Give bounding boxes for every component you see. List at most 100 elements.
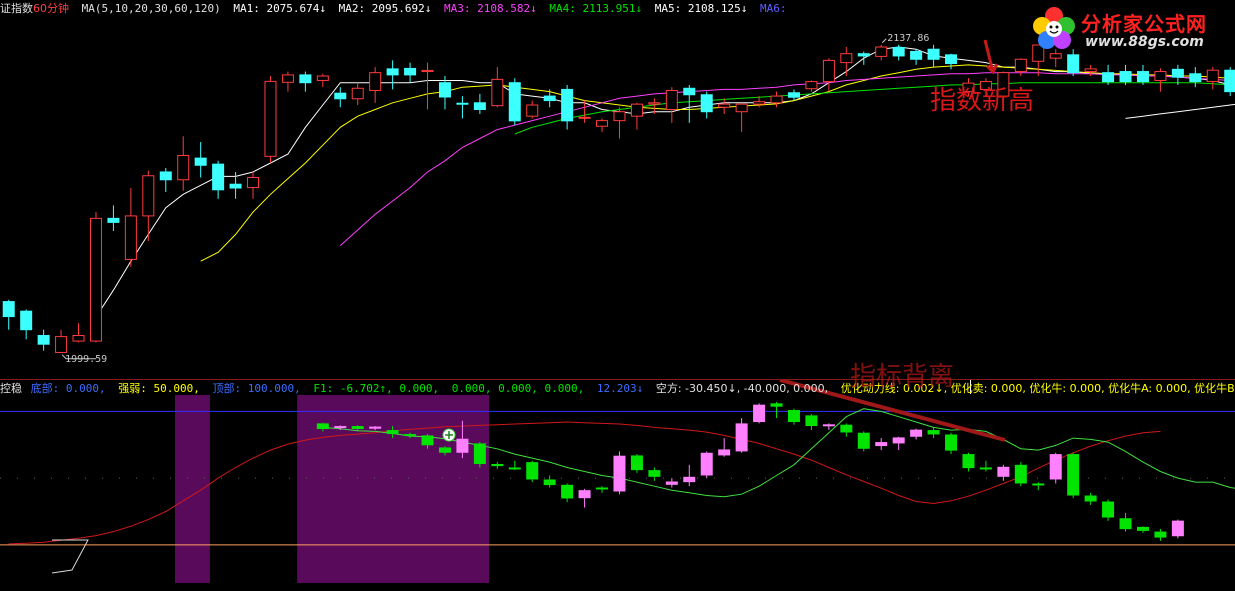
price-candle[interactable]	[404, 62, 417, 83]
indicator-candle[interactable]	[1171, 519, 1184, 539]
period-label[interactable]: 60分钟	[33, 2, 69, 15]
price-candle[interactable]	[857, 51, 870, 65]
indicator-candle[interactable]	[805, 414, 818, 431]
logo-url[interactable]: www.88gs.com	[1085, 34, 1204, 50]
indicator-candle[interactable]	[962, 452, 975, 472]
price-candle[interactable]	[561, 84, 574, 130]
price-candle[interactable]	[822, 58, 835, 92]
price-candle[interactable]	[334, 87, 347, 108]
indicator-candle[interactable]	[910, 428, 923, 440]
indicator-candle[interactable]	[979, 460, 992, 472]
price-candle[interactable]	[473, 93, 486, 114]
price-candle[interactable]	[37, 329, 50, 351]
indicator-candle[interactable]	[473, 442, 486, 468]
price-candle[interactable]	[72, 323, 85, 343]
price-candle[interactable]	[281, 71, 294, 92]
indicator-candle[interactable]	[526, 460, 539, 483]
indicator-candle[interactable]	[787, 408, 800, 425]
price-candle[interactable]	[194, 142, 207, 178]
price-candle[interactable]	[369, 67, 382, 103]
price-candle[interactable]	[596, 118, 609, 132]
price-candle[interactable]	[945, 53, 958, 70]
price-candle[interactable]	[299, 71, 312, 92]
indicator-candle[interactable]	[648, 467, 661, 481]
price-candle[interactable]	[159, 167, 172, 193]
price-candle[interactable]	[2, 299, 15, 330]
price-candle[interactable]	[107, 205, 120, 232]
price-candle[interactable]	[1136, 64, 1149, 85]
indicator-candle[interactable]	[857, 431, 870, 452]
price-candle[interactable]	[1014, 58, 1027, 77]
price-candle[interactable]	[718, 98, 731, 114]
price-candle[interactable]	[805, 80, 818, 92]
price-candle[interactable]	[491, 67, 504, 108]
indicator-candle[interactable]	[1154, 528, 1167, 541]
indicator-name[interactable]: 控稳	[0, 382, 22, 395]
price-candle[interactable]	[1224, 67, 1235, 97]
price-candle[interactable]	[683, 84, 696, 123]
price-candle[interactable]	[124, 188, 137, 267]
indicator-candle[interactable]	[875, 438, 888, 451]
price-candle[interactable]	[1171, 64, 1184, 85]
price-candle[interactable]	[508, 78, 521, 126]
price-candle[interactable]	[630, 102, 643, 130]
price-candle[interactable]	[665, 87, 678, 123]
price-candle[interactable]	[700, 91, 713, 119]
price-candle[interactable]	[177, 136, 190, 191]
indicator-candle[interactable]	[1136, 526, 1149, 533]
indicator-candle[interactable]	[596, 486, 609, 493]
indicator-candle[interactable]	[1084, 492, 1097, 505]
indicator-candle[interactable]	[945, 432, 958, 455]
price-candle[interactable]	[142, 170, 155, 242]
price-candle[interactable]	[613, 107, 626, 139]
indicator-candle[interactable]	[1032, 482, 1045, 491]
indicator-candle[interactable]	[491, 462, 504, 469]
price-candle[interactable]	[55, 329, 68, 353]
indicator-candle[interactable]	[665, 478, 678, 488]
price-candle[interactable]	[1189, 67, 1202, 88]
price-candle[interactable]	[1206, 67, 1219, 90]
indicator-candle[interactable]	[718, 438, 731, 457]
indicator-candle[interactable]	[735, 418, 748, 453]
price-candle[interactable]	[421, 62, 434, 110]
price-candle[interactable]	[892, 44, 905, 61]
price-candle[interactable]	[456, 96, 469, 119]
indicator-candle[interactable]	[840, 423, 853, 437]
indicator-candle[interactable]	[630, 454, 643, 473]
price-candle[interactable]	[264, 76, 277, 164]
indicator-candle[interactable]	[927, 427, 940, 439]
price-candle[interactable]	[1119, 64, 1132, 85]
indicator-candle[interactable]	[1119, 512, 1132, 532]
price-candle[interactable]	[910, 49, 923, 65]
indicator-candle[interactable]	[770, 402, 783, 419]
indicator-candle[interactable]	[683, 464, 696, 487]
price-candle[interactable]	[526, 100, 539, 119]
price-candle[interactable]	[770, 91, 783, 108]
price-candle[interactable]	[20, 309, 33, 340]
price-candle[interactable]	[351, 82, 364, 106]
price-candle[interactable]	[840, 47, 853, 77]
indicator-candle[interactable]	[700, 451, 713, 479]
price-candle[interactable]	[438, 76, 451, 110]
indicator-candle[interactable]	[753, 403, 766, 424]
indicator-candle[interactable]	[1049, 452, 1062, 484]
indicator-candle[interactable]	[1102, 499, 1115, 521]
indicator-candle[interactable]	[613, 451, 626, 495]
price-candle[interactable]	[1154, 68, 1167, 92]
indicator-candle[interactable]	[561, 483, 574, 503]
indicator-candle[interactable]	[1067, 452, 1080, 499]
indicator-candle[interactable]	[578, 488, 591, 508]
price-candle[interactable]	[89, 211, 102, 343]
indicator-candle[interactable]	[997, 464, 1010, 481]
indicator-candle[interactable]	[1014, 462, 1027, 487]
price-candle[interactable]	[212, 160, 225, 199]
indicator-candle[interactable]	[543, 475, 556, 488]
price-candle[interactable]	[735, 102, 748, 132]
price-candle[interactable]	[316, 73, 329, 88]
price-candle[interactable]	[1102, 64, 1115, 85]
price-candle[interactable]	[386, 60, 399, 90]
indicator-candle[interactable]	[892, 436, 905, 451]
indicator-candle[interactable]	[508, 460, 521, 471]
price-candle[interactable]	[875, 44, 888, 61]
price-candle[interactable]	[247, 171, 260, 199]
